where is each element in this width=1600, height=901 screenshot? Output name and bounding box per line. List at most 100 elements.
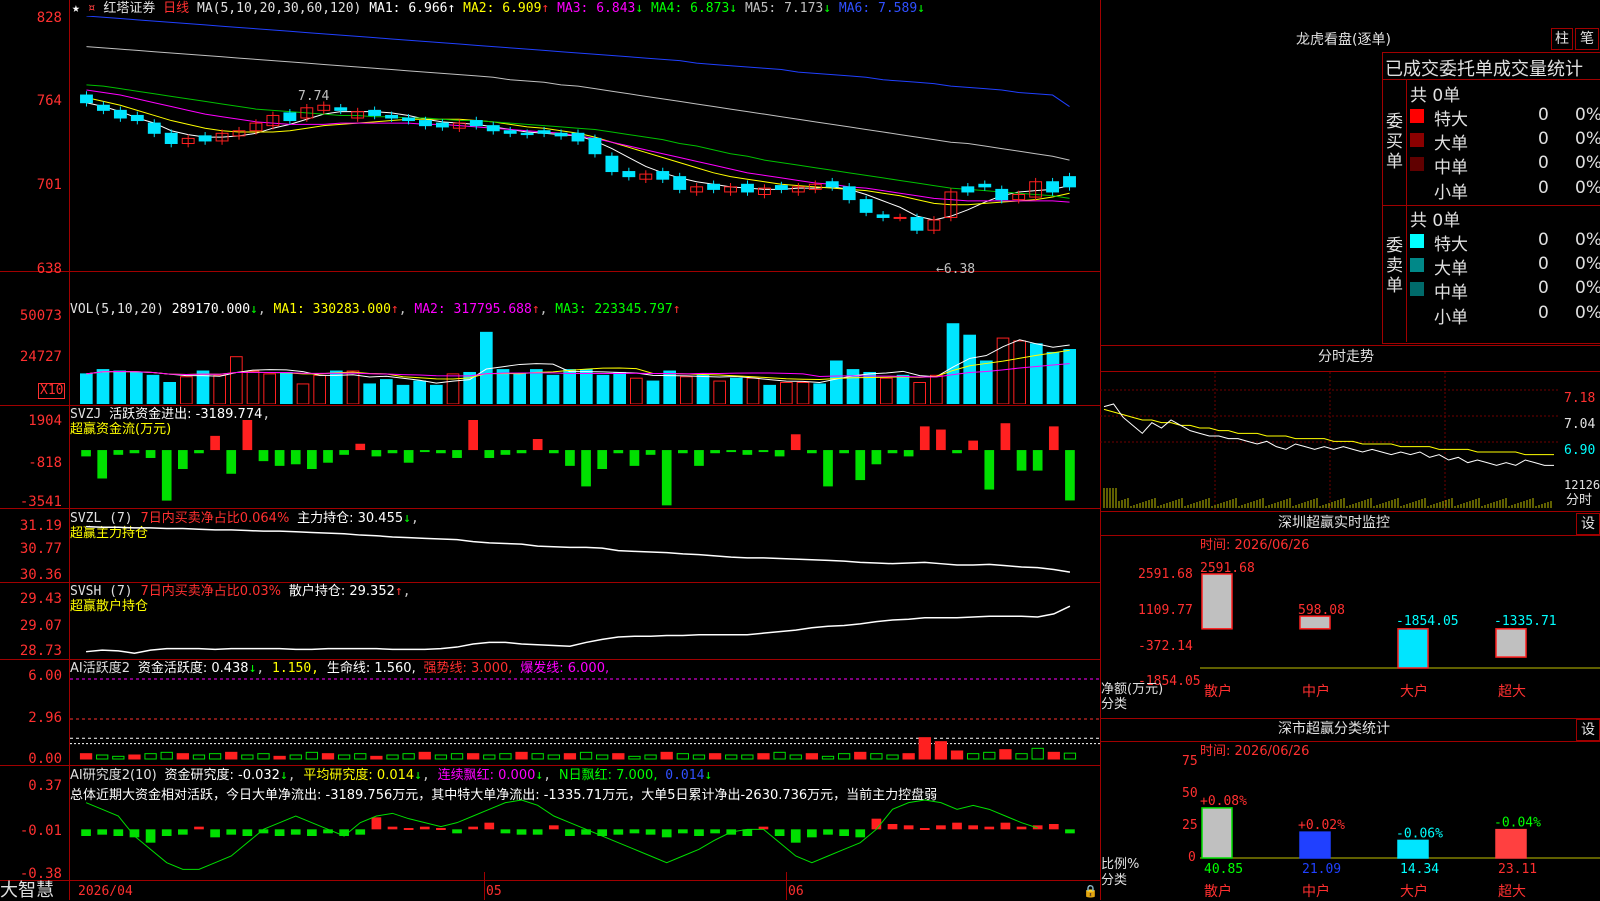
fund-flow-bar bbox=[661, 450, 672, 506]
volume-bar bbox=[613, 371, 626, 404]
fund-flow-bar bbox=[371, 450, 382, 457]
activity-bar bbox=[676, 753, 689, 760]
research-bar bbox=[419, 826, 430, 830]
stock-name[interactable]: 红塔证券 bbox=[103, 1, 155, 16]
svzj-bar-chart[interactable] bbox=[70, 420, 1100, 506]
candle-down bbox=[622, 171, 636, 178]
ai2-ytick-0: 0.37 bbox=[28, 778, 62, 794]
dragon-header: 已成交委托单成交量统计 bbox=[1385, 59, 1583, 80]
sell-xl-count: 0 bbox=[1538, 230, 1549, 250]
activity-bar bbox=[837, 753, 851, 760]
research-bar bbox=[1048, 824, 1059, 830]
fund-flow-bar bbox=[290, 450, 301, 465]
volume-bar bbox=[513, 373, 527, 404]
fund-flow-bar bbox=[936, 429, 946, 451]
ma1-value: MA1: 6.966 bbox=[369, 1, 448, 16]
volume-bar bbox=[946, 323, 960, 404]
dragon-bar-button[interactable]: 柱 bbox=[1551, 28, 1573, 50]
research-bar bbox=[855, 829, 866, 838]
candle-down bbox=[419, 120, 432, 127]
sell-orders-label: 委卖单 bbox=[1386, 236, 1403, 296]
research-bar bbox=[371, 817, 382, 830]
activity-bar bbox=[854, 751, 867, 760]
volume-bar bbox=[796, 382, 810, 404]
ai1-header: AI活跃度2 资金活跃度: 0.438↓, 1.150, 生命线: 1.560,… bbox=[70, 661, 610, 676]
intraday-chart[interactable] bbox=[1100, 372, 1562, 510]
activity-bar bbox=[192, 754, 206, 760]
classify-category-label: 散户 bbox=[1204, 883, 1232, 900]
vol-ma2: MA2: 317795.688 bbox=[414, 302, 532, 317]
buy-orders-label: 委买单 bbox=[1386, 112, 1403, 172]
activity-bar bbox=[563, 753, 577, 760]
classify-bar-chart[interactable]: +0.08% 40.85 散户 +0.02% 21.09 中户 -0.06% 14.34 大户 -… bbox=[1100, 760, 1600, 900]
fund-flow-bar bbox=[855, 450, 866, 481]
volume-bar bbox=[230, 356, 243, 404]
monitor-bar-chart[interactable]: 2591.68 散户 598.08 中户 -1854.05 大户 -1335.71 超大 bbox=[1100, 548, 1600, 718]
date-start-label: 2026/04 bbox=[78, 884, 133, 899]
svzl-line-chart[interactable] bbox=[70, 520, 1100, 582]
volume-chart[interactable] bbox=[70, 318, 1100, 404]
flag-icon[interactable]: ¤ bbox=[88, 1, 96, 16]
candle-down bbox=[520, 132, 534, 136]
dragon-tick-button[interactable]: 笔 bbox=[1575, 28, 1599, 50]
research-bar bbox=[871, 818, 882, 830]
sell-s-count: 0 bbox=[1538, 303, 1549, 323]
svzl-ytick-2: 30.36 bbox=[19, 567, 62, 583]
fund-flow-bar bbox=[645, 450, 656, 455]
research-bar bbox=[500, 829, 511, 834]
main-ytick-828: 828 bbox=[36, 10, 62, 26]
research-bar bbox=[903, 825, 914, 830]
monitor-bar bbox=[1201, 573, 1233, 630]
classify-bar bbox=[1397, 839, 1429, 859]
volume-bar bbox=[163, 382, 177, 404]
classify-change-label: +0.02% bbox=[1298, 818, 1345, 833]
research-bar bbox=[1000, 822, 1011, 830]
vol-ma-line-3 bbox=[86, 363, 1070, 378]
buy-m-swatch bbox=[1410, 157, 1424, 171]
ai2-chart[interactable] bbox=[70, 780, 1100, 880]
activity-bar bbox=[805, 753, 819, 760]
divider-main-vol bbox=[0, 271, 1100, 272]
buy-m-pct: 0% bbox=[1575, 153, 1600, 173]
volume-bar bbox=[646, 380, 660, 404]
volume-bar bbox=[113, 370, 126, 404]
fund-flow-bar bbox=[742, 450, 753, 455]
intraday-vol-tick: 12126 bbox=[1564, 478, 1600, 492]
volume-bar bbox=[696, 374, 710, 404]
candle-down bbox=[673, 176, 687, 190]
fund-flow-bar bbox=[258, 450, 269, 462]
classify-settings-button[interactable]: 设 bbox=[1576, 719, 1600, 741]
fund-flow-bar bbox=[355, 443, 366, 451]
candle-down bbox=[435, 122, 449, 128]
period-label[interactable]: 日线 bbox=[163, 1, 189, 16]
candlestick-chart[interactable] bbox=[70, 16, 1100, 271]
fund-flow-bar bbox=[548, 450, 559, 454]
research-bar bbox=[936, 825, 946, 830]
monitor-value-label: -1335.71 bbox=[1494, 614, 1557, 629]
research-bar bbox=[516, 829, 527, 835]
activity-bar bbox=[273, 755, 286, 760]
fund-flow-bar bbox=[678, 450, 688, 454]
fund-flow-bar bbox=[629, 450, 640, 466]
volume-bar bbox=[330, 370, 343, 404]
candle-down bbox=[96, 104, 110, 111]
candle-down bbox=[130, 114, 144, 122]
research-bar bbox=[403, 828, 414, 830]
volume-bar bbox=[746, 377, 760, 404]
research-bar bbox=[645, 829, 656, 835]
volume-bar bbox=[930, 374, 943, 404]
star-icon[interactable]: ★ bbox=[72, 1, 80, 16]
intraday-footer: 分时 bbox=[1566, 493, 1593, 508]
candle-down bbox=[80, 94, 93, 104]
research-bar bbox=[661, 829, 672, 838]
activity-bar bbox=[241, 754, 254, 760]
svsh-ytick-2: 28.73 bbox=[19, 643, 62, 659]
svsh-line-chart[interactable] bbox=[70, 596, 1100, 658]
divider-svsh-ai1 bbox=[0, 659, 1100, 660]
lock-icon[interactable]: 🔒 bbox=[1083, 884, 1098, 898]
research-bar bbox=[774, 829, 785, 836]
ai1-chart[interactable] bbox=[70, 675, 1100, 763]
sell-l-name: 大单 bbox=[1434, 259, 1468, 279]
activity-bar bbox=[999, 749, 1012, 760]
monitor-settings-button[interactable]: 设 bbox=[1576, 513, 1600, 535]
